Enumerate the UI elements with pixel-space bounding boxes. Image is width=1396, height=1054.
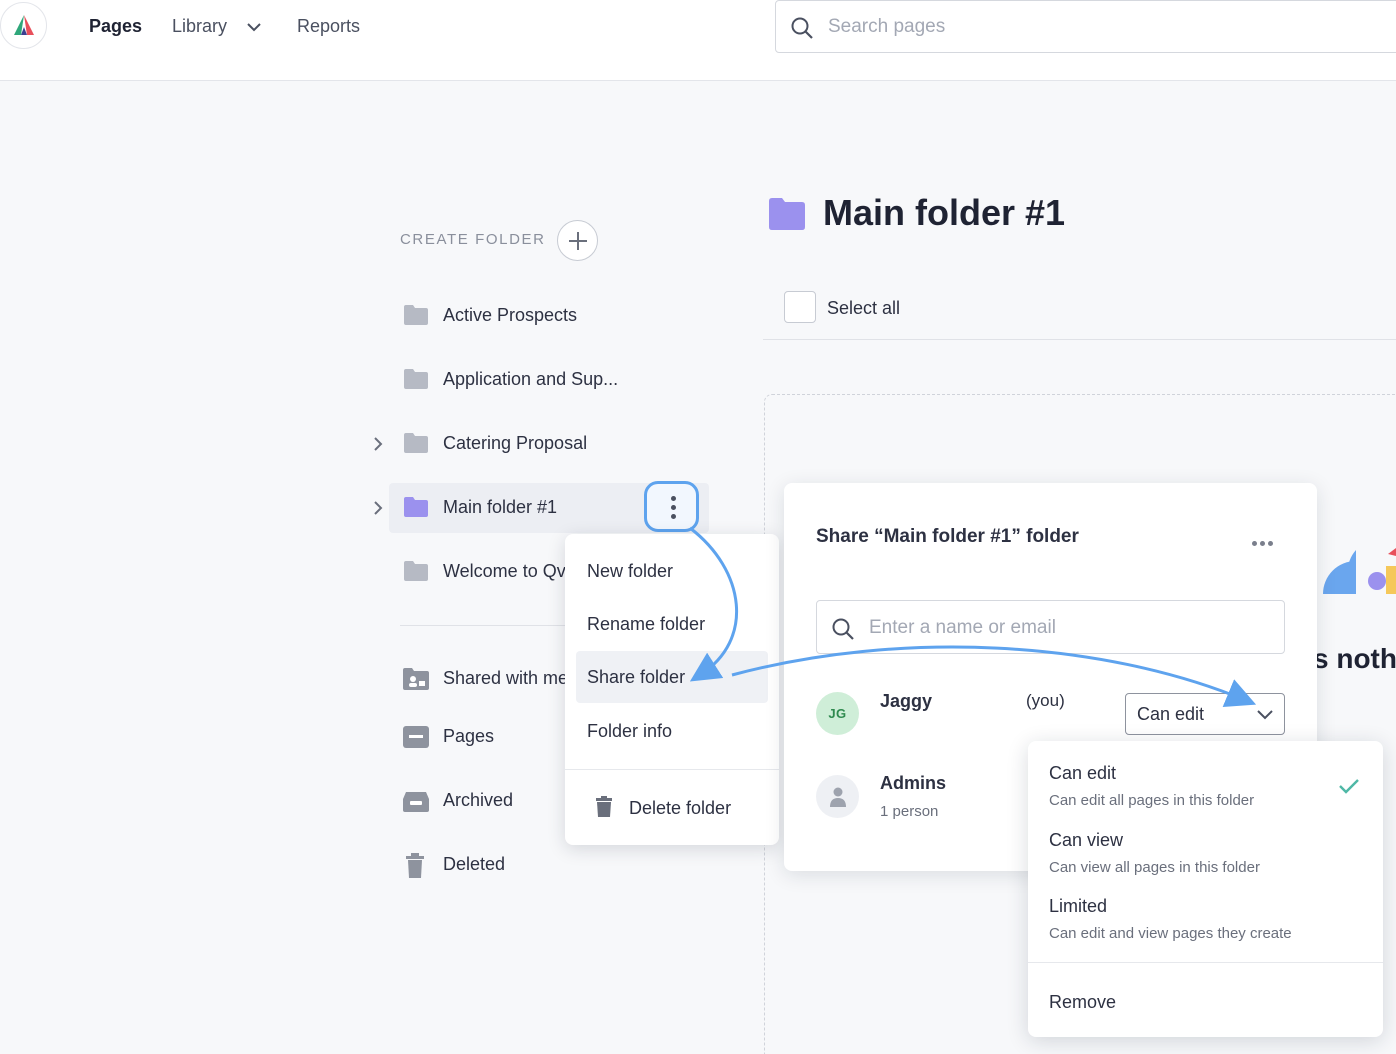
chevron-right-icon[interactable] [371,500,385,516]
invite-field [816,600,1285,654]
option-title: Can edit [1049,763,1117,783]
page-title: Main folder #1 [823,192,1066,233]
empty-state-illustration [1323,548,1396,594]
sidebar-label: Archived [443,790,514,810]
folder-icon [404,433,428,453]
chevron-down-icon [1257,710,1273,720]
person-icon [830,787,846,807]
nav-reports[interactable]: Reports [297,16,360,37]
dot [1260,541,1265,546]
folder-label: Application and Sup... [443,369,619,389]
logo-icon [14,15,34,35]
option-title: Can view [1049,830,1124,850]
option-description: Can view all pages in this folder [1049,859,1260,876]
folder-icon [404,305,428,325]
menu-item-share-folder[interactable]: Share folder [576,651,768,703]
menu-item-rename-folder[interactable]: Rename folder [576,598,768,650]
sidebar-label: Shared with me [443,668,569,688]
main-divider [763,339,1396,340]
kebab-dot [671,505,676,510]
folder-item-application[interactable]: Application and Sup... [389,355,759,405]
folder-icon [404,497,428,517]
search-input[interactable] [828,13,1328,41]
sidebar-label: Pages [443,726,495,746]
select-all-checkbox[interactable] [784,291,816,323]
folder-label: Main folder #1 [443,497,558,517]
folder-icon [769,198,805,230]
menu-item-folder-info[interactable]: Folder info [576,705,768,757]
group-name: Admins [880,773,947,793]
search-icon [791,17,813,39]
folder-icon [404,369,428,389]
shared-folder-icon [403,668,429,690]
trash-icon [596,796,612,817]
menu-item-new-folder[interactable]: New folder [576,545,768,597]
dot [1268,541,1273,546]
folder-label: Active Prospects [443,305,578,325]
trash-icon [406,853,424,878]
nav-library[interactable]: Library [172,16,227,37]
chevron-right-icon[interactable] [371,436,385,452]
folder-context-menu: New folder Rename folder Share folder Fo… [565,534,779,845]
menu-item-label: Folder info [587,721,673,741]
sidebar-divider [400,625,570,626]
create-folder-label: CREATE FOLDER [400,231,546,248]
menu-divider [565,769,779,770]
sidebar-label: Deleted [443,854,506,874]
archive-icon [403,792,429,812]
option-description: Can edit all pages in this folder [1049,792,1255,809]
permission-option-can-view[interactable]: Can view Can view all pages in this fold… [1049,830,1369,876]
avatar: JG [816,692,859,735]
remove-member-button[interactable]: Remove [1049,992,1116,1013]
option-title: Limited [1049,896,1108,916]
permission-option-can-edit[interactable]: Can edit Can edit all pages in this fold… [1049,763,1369,809]
more-options-button[interactable] [1252,533,1276,551]
group-avatar [816,775,859,818]
menu-item-label: Share folder [587,667,686,687]
select-all-label[interactable]: Select all [827,298,900,319]
kebab-dot [671,514,676,519]
permission-option-limited[interactable]: Limited Can edit and view pages they cre… [1049,896,1369,942]
folder-item-catering-proposal[interactable]: Catering Proposal [374,419,759,469]
folder-icon [404,561,428,581]
folder-label: Catering Proposal [443,433,588,453]
pages-icon [403,726,429,748]
top-navigation-bar: Pages Library Reports [0,0,1396,81]
app-logo[interactable] [0,2,47,49]
nav-pages[interactable]: Pages [89,16,142,37]
option-description: Can edit and view pages they create [1049,925,1292,942]
folder-item-active-prospects[interactable]: Active Prospects [389,291,759,341]
folder-label: Welcome to Qv [443,561,566,581]
menu-item-delete-folder[interactable]: Delete folder [629,798,731,819]
member-you-tag: (you) [1026,691,1065,710]
dot [1252,541,1257,546]
invite-input[interactable] [869,614,1269,642]
permission-value: Can edit [1137,704,1205,724]
permission-dropdown-menu: Can edit Can edit all pages in this fold… [1028,741,1383,1037]
create-folder-button[interactable] [557,220,598,261]
menu-item-label: Rename folder [587,614,706,634]
check-icon [1339,779,1359,794]
permission-select[interactable]: Can edit [1125,693,1285,735]
empty-state-text: s nothi [1313,643,1396,674]
chevron-down-icon[interactable] [245,18,263,36]
kebab-dot [671,496,676,501]
search-icon [832,618,854,640]
search-box [775,0,1396,53]
group-member-count: 1 person [880,803,939,820]
folder-options-button[interactable] [644,481,699,532]
menu-divider [1028,962,1383,963]
member-name: Jaggy [880,691,933,711]
plus-icon [569,232,587,250]
menu-item-label: New folder [587,561,674,581]
dialog-title: Share “Main folder #1” folder [816,526,1079,547]
